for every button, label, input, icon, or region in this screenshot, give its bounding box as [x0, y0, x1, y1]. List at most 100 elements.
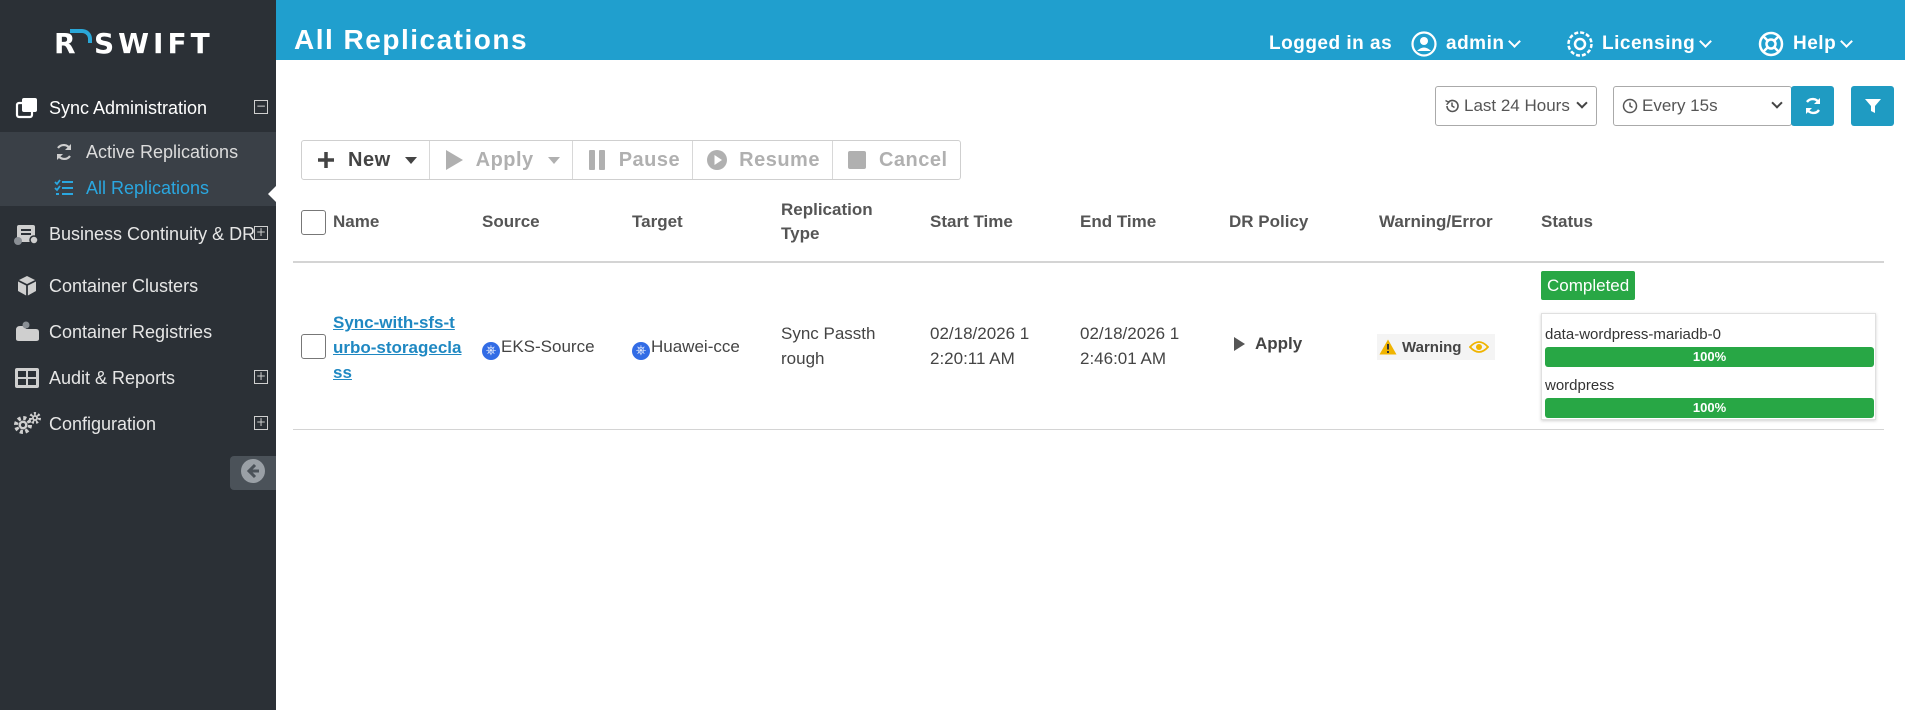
sync-administration-submenu: Active Replications All Replications	[0, 132, 276, 206]
expand-icon[interactable]: +	[254, 416, 268, 430]
source-cell: ⎈ EKS-Source	[482, 334, 595, 360]
sidebar-item-sync-administration[interactable]: Sync Administration −	[0, 88, 276, 128]
header-divider	[293, 261, 1884, 263]
logo-mark: R	[54, 27, 94, 60]
column-header-source[interactable]: Source	[482, 210, 540, 234]
user-menu[interactable]: admin	[1410, 28, 1522, 60]
chevron-down-icon	[1508, 34, 1522, 48]
cancel-button[interactable]: Cancel	[833, 141, 960, 179]
scroll-icon	[12, 221, 42, 247]
replication-name[interactable]: Sync-with-sfs-turbo-storageclass	[333, 313, 461, 382]
sidebar-item-label: Container Registries	[49, 321, 213, 342]
list-check-icon	[52, 176, 76, 200]
plus-icon	[314, 148, 338, 172]
logo-text: SWIFT	[94, 26, 214, 60]
sidebar-item-container-registries[interactable]: Container Registries	[0, 312, 276, 352]
logged-in-label: Logged in as	[1269, 33, 1393, 54]
expand-icon[interactable]: +	[254, 226, 268, 240]
table-icon	[12, 365, 42, 391]
column-header-end-time[interactable]: End Time	[1080, 210, 1156, 234]
refresh-interval-select[interactable]: Every 15s	[1613, 86, 1792, 126]
status-badge: Completed	[1541, 271, 1636, 300]
sync-icon	[52, 140, 76, 164]
user-circle-icon	[1410, 30, 1438, 58]
stop-icon	[845, 148, 869, 172]
new-button[interactable]: New	[302, 141, 430, 179]
dr-policy-value: Apply	[1255, 334, 1303, 353]
clock-icon	[1622, 98, 1638, 114]
eye-icon[interactable]	[1469, 340, 1490, 354]
page-title: All Replications	[294, 24, 529, 55]
help-label: Help	[1793, 33, 1837, 54]
chevron-down-icon	[1840, 34, 1854, 48]
licensing-menu[interactable]: Licensing	[1566, 28, 1713, 60]
select-all-checkbox[interactable]	[301, 210, 326, 235]
column-header-name[interactable]: Name	[333, 210, 379, 234]
pause-label: Pause	[618, 148, 681, 171]
resume-button[interactable]: Resume	[693, 141, 833, 179]
refresh-button[interactable]	[1791, 86, 1834, 126]
column-header-dr-policy[interactable]: DR Policy	[1229, 210, 1308, 234]
replication-type-value: Sync Passthrough	[781, 324, 876, 368]
filter-button[interactable]	[1851, 86, 1894, 126]
warning-triangle-icon	[1379, 339, 1397, 355]
replication-name-link[interactable]: Sync-with-sfs-turbo-storageclass	[333, 310, 465, 385]
registry-icon	[12, 319, 42, 345]
sidebar: R SWIFT Sync Administration − Active Rep…	[0, 0, 276, 710]
caret-down-icon	[547, 156, 560, 164]
pause-button[interactable]: Pause	[573, 141, 694, 179]
collapse-icon[interactable]: −	[254, 100, 268, 114]
volume-progress-panel: data-wordpress-mariadb-0 100% wordpress …	[1541, 313, 1876, 420]
collapse-sidebar-button[interactable]	[230, 456, 276, 490]
expand-icon[interactable]: +	[254, 370, 268, 384]
play-circle-icon	[705, 148, 729, 172]
play-icon	[1234, 337, 1245, 351]
help-menu[interactable]: Help	[1757, 28, 1854, 60]
sidebar-item-label: Business Continuity & DR	[49, 223, 256, 244]
cancel-label: Cancel	[878, 148, 948, 171]
apply-button[interactable]: Apply	[430, 141, 573, 179]
target-value: Huawei-cce	[651, 337, 740, 356]
chevron-down-icon	[1576, 97, 1588, 109]
sidebar-item-audit-reports[interactable]: Audit & Reports +	[0, 358, 276, 398]
volume-name: data-wordpress-mariadb-0	[1545, 326, 1721, 343]
sidebar-item-label: Audit & Reports	[49, 367, 176, 388]
sidebar-item-configuration[interactable]: Configuration +	[0, 404, 276, 444]
sidebar-item-business-continuity[interactable]: Business Continuity & DR +	[0, 214, 276, 254]
progress-bar: 100%	[1545, 347, 1874, 367]
chevron-down-icon	[1699, 34, 1713, 48]
license-badge-icon	[1566, 30, 1594, 58]
apply-label: Apply	[475, 148, 534, 171]
row-checkbox[interactable]	[301, 334, 326, 359]
dr-policy-apply-link[interactable]: Apply	[1234, 334, 1302, 354]
history-icon	[1444, 98, 1460, 114]
caret-down-icon	[404, 156, 417, 164]
warning-label: Warning	[1402, 338, 1462, 356]
progress-fill: 100%	[1545, 398, 1874, 418]
column-header-start-time[interactable]: Start Time	[930, 210, 1013, 234]
volume-name: wordpress	[1545, 377, 1615, 394]
sidebar-item-all-replications[interactable]: All Replications	[0, 170, 276, 206]
column-header-warning-error[interactable]: Warning/Error	[1379, 210, 1493, 234]
user-name: admin	[1446, 33, 1505, 54]
sidebar-item-label: Active Replications	[86, 141, 239, 162]
replication-actions-toolbar: New Apply Pause Resume Cancel	[301, 140, 961, 180]
sidebar-item-container-clusters[interactable]: Container Clusters	[0, 266, 276, 306]
column-header-replication-type[interactable]: Replication Type	[781, 198, 873, 246]
kubernetes-icon: ⎈	[632, 342, 650, 360]
lifebuoy-icon	[1757, 30, 1785, 58]
refresh-interval-value: Every 15s	[1642, 96, 1718, 115]
time-range-select[interactable]: Last 24 Hours	[1435, 86, 1597, 126]
source-value: EKS-Source	[501, 337, 595, 356]
chevron-down-icon	[1771, 97, 1783, 109]
row-divider	[293, 429, 1884, 430]
licensing-label: Licensing	[1602, 33, 1696, 54]
cube-icon	[12, 273, 42, 299]
app-logo[interactable]: R SWIFT	[54, 24, 214, 62]
warning-indicator[interactable]: Warning	[1377, 334, 1496, 360]
column-header-status[interactable]: Status	[1541, 210, 1593, 234]
end-time-value: 02/18/2026 12:46:01 AM	[1080, 324, 1180, 368]
column-header-target[interactable]: Target	[632, 210, 683, 234]
sidebar-item-label: Sync Administration	[49, 97, 208, 118]
sidebar-item-active-replications[interactable]: Active Replications	[0, 134, 276, 170]
